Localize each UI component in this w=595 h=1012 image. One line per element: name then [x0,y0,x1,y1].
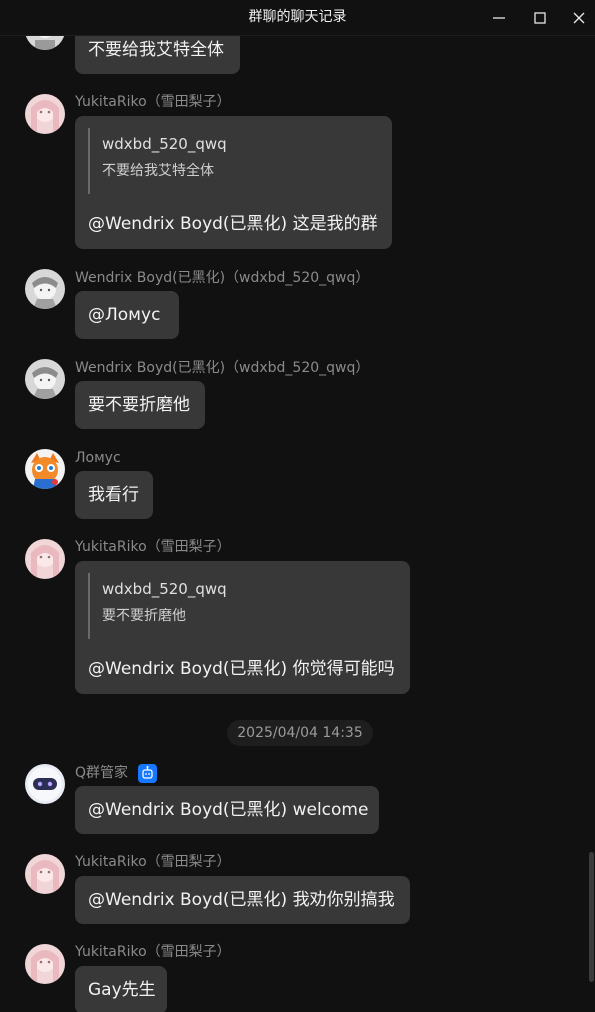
message-text: @Wendrix Boyd(已黑化) 这是我的群 [88,214,378,234]
message-bubble[interactable]: @Wendrix Boyd(已黑化) welcome [75,786,379,834]
avatar-wendrix[interactable] [25,359,65,399]
close-icon [573,12,585,23]
message-text: Gay先生 [88,980,156,1000]
sender-name[interactable]: YukitaRiko（雪田梨子） [75,538,231,556]
message-text: @Ломус [88,305,161,325]
reply-message-bubble[interactable]: wdxbd_520_qwq 要不要折磨他 @Wendrix Boyd(已黑化) … [75,561,410,694]
message-text: @Wendrix Boyd(已黑化) 你觉得可能吗 [88,659,395,679]
message-text: 不要给我艾特全体 [88,40,224,60]
title-bar: 群聊的聊天记录 [0,0,595,36]
quoted-text: 要不要折磨他 [102,608,186,624]
quoted-text: 不要给我艾特全体 [102,163,214,179]
reply-message-bubble[interactable]: wdxbd_520_qwq 不要给我艾特全体 @Wendrix Boyd(已黑化… [75,116,392,249]
sender-name[interactable]: YukitaRiko（雪田梨子） [75,93,231,111]
message-bubble[interactable]: 要不要折磨他 [75,381,205,429]
sender-name[interactable]: Wendrix Boyd(已黑化)（wdxbd_520_qwq） [75,359,369,377]
quoted-sender: wdxbd_520_qwq [102,135,227,153]
avatar-yukitariko[interactable] [25,94,65,134]
message-list[interactable]: 不要给我艾特全体 YukitaRiko（雪田梨子） wdxbd_520_qwq … [0,36,595,1012]
avatar-qq-bot[interactable] [25,764,65,804]
message-text: @Wendrix Boyd(已黑化) 我劝你别搞我 [88,890,395,910]
avatar-wendrix[interactable] [25,36,65,50]
avatar-lomus[interactable] [25,449,65,489]
message-bubble[interactable]: 不要给我艾特全体 [75,36,240,74]
avatar-yukitariko[interactable] [25,854,65,894]
message-bubble[interactable]: 我看行 [75,471,153,519]
message-text: @Wendrix Boyd(已黑化) welcome [88,800,369,820]
message-bubble[interactable]: @Wendrix Boyd(已黑化) 我劝你别搞我 [75,876,410,924]
avatar-yukitariko[interactable] [25,944,65,984]
chat-history-window: 群聊的聊天记录 不要给我艾特全体 YukitaRiko（雪田梨子） wdxbd_… [0,0,595,1012]
message-bubble[interactable]: @Ломус [75,291,179,339]
maximize-icon [534,11,546,24]
message-bubble[interactable]: Gay先生 [75,966,167,1012]
avatar-wendrix[interactable] [25,269,65,309]
close-button[interactable] [559,0,595,35]
quoted-message[interactable]: wdxbd_520_qwq 不要给我艾特全体 [88,128,227,194]
minimize-icon [493,16,505,19]
sender-name[interactable]: Wendrix Boyd(已黑化)（wdxbd_520_qwq） [75,269,369,287]
scrollbar-thumb[interactable] [589,852,594,982]
sender-name[interactable]: YukitaRiko（雪田梨子） [75,943,231,961]
quoted-sender: wdxbd_520_qwq [102,580,227,598]
sender-name[interactable]: Q群管家 [75,764,128,782]
robot-badge-icon [138,764,157,783]
message-text: 我看行 [88,485,139,505]
quoted-message[interactable]: wdxbd_520_qwq 要不要折磨他 [88,573,227,639]
maximize-button[interactable] [520,0,560,35]
message-text: 要不要折磨他 [88,395,190,415]
avatar-yukitariko[interactable] [25,539,65,579]
timestamp-divider: 2025/04/04 14:35 [227,720,373,746]
minimize-button[interactable] [479,0,519,35]
sender-name[interactable]: Ломус [75,449,121,467]
sender-name[interactable]: YukitaRiko（雪田梨子） [75,853,231,871]
